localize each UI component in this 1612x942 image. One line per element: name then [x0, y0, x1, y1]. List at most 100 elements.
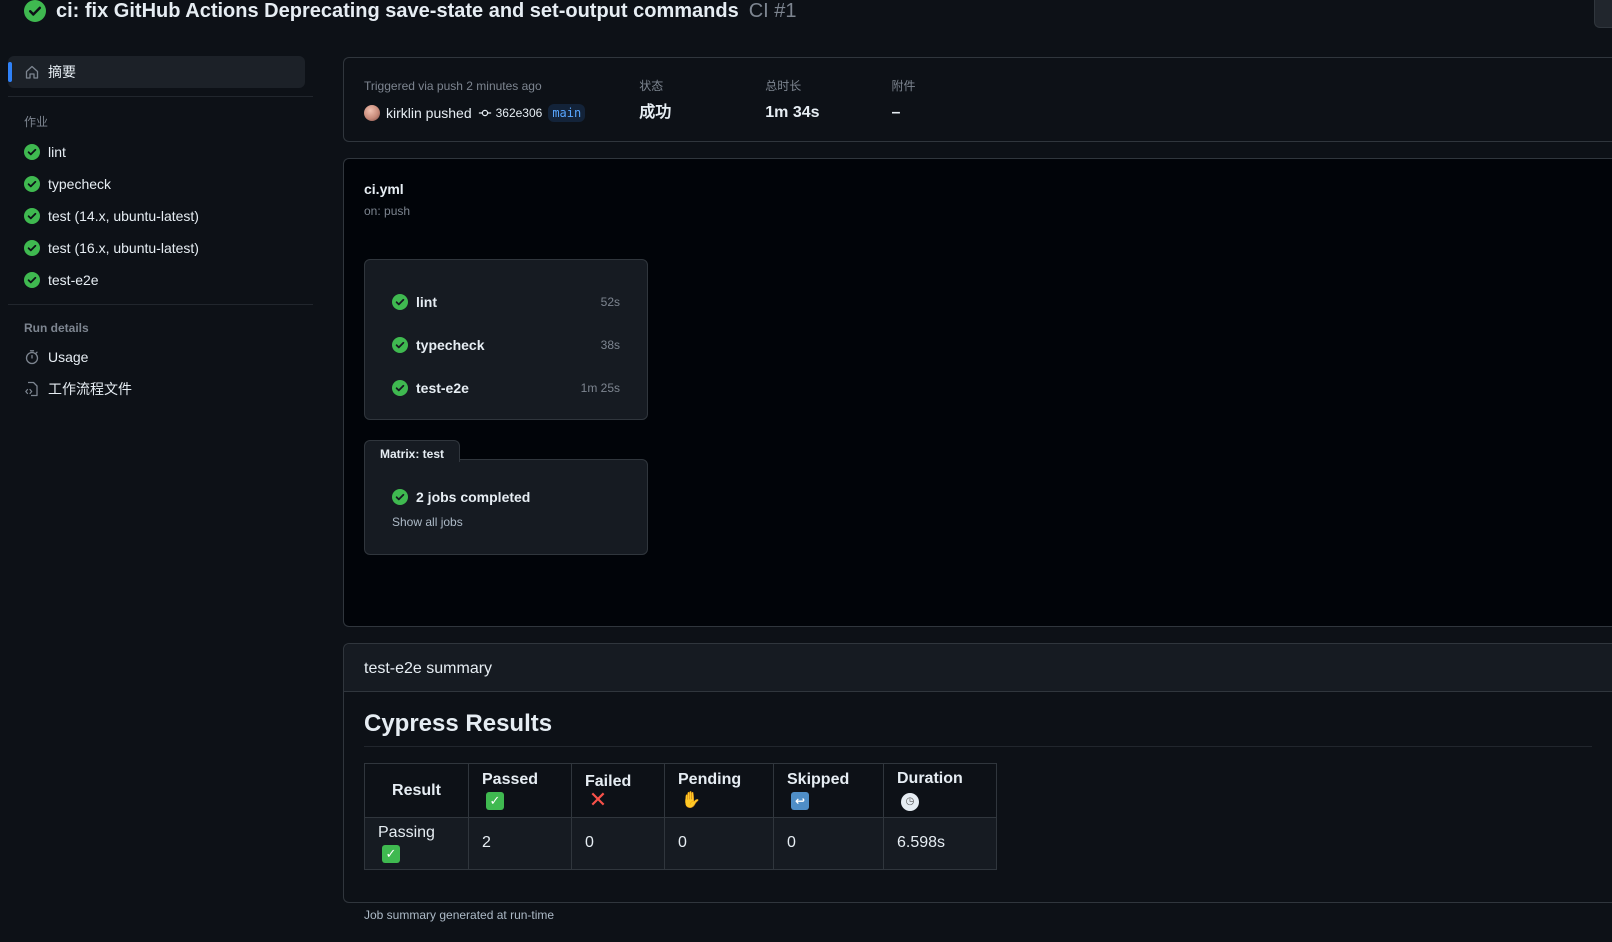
home-icon [24, 64, 40, 80]
run-title: ci: fix GitHub Actions Deprecating save-… [56, 0, 739, 22]
header-menu-button[interactable] [1594, 0, 1612, 28]
raised-hand-icon: ✋ [681, 792, 701, 809]
sidebar-item-label: test (16.x, ubuntu-latest) [48, 240, 199, 256]
branch-badge[interactable]: main [548, 104, 586, 122]
job-name: lint [416, 293, 437, 310]
summary-heading: test-e2e summary [344, 644, 1612, 692]
table-header: Result [364, 763, 469, 818]
graph-job-typecheck[interactable]: typecheck 38s [392, 323, 620, 366]
workflow-file-name: ci.yml [364, 181, 404, 197]
sidebar-item-summary[interactable]: 摘要 [8, 56, 305, 88]
sidebar-item-workflow-file[interactable]: 工作流程文件 [8, 373, 313, 405]
job-duration: 1m 25s [580, 380, 620, 395]
status-col: 状态 成功 [639, 78, 671, 121]
check-mark-icon: ✓ [486, 791, 504, 810]
jobs-heading: 作业 [24, 115, 49, 129]
run-id: CI #1 [748, 0, 797, 22]
workflow-graph: ci.yml on: push lint 52s typecheck 38s t… [343, 158, 1612, 627]
duration-label: 总时长 [765, 79, 802, 93]
page-title: ci: fix GitHub Actions Deprecating save-… [24, 0, 797, 26]
commit-link[interactable]: 362e306 [478, 102, 543, 124]
artifacts-col: 附件 – [892, 78, 916, 121]
sidebar-item-job[interactable]: test (16.x, ubuntu-latest) [8, 232, 313, 264]
success-check-icon [24, 144, 40, 160]
status-label: 状态 [639, 79, 664, 93]
sidebar-item-label: 工作流程文件 [48, 381, 132, 397]
actor-link[interactable]: kirklin pushed [386, 102, 472, 124]
success-check-icon [392, 336, 408, 353]
success-check-icon [392, 293, 408, 310]
summary-body: Cypress Results Result Passed✓ Failed✕ P… [344, 692, 1612, 940]
file-code-icon [24, 381, 40, 397]
sidebar: 摘要 作业 lint typecheck test (14.x, ubuntu-… [8, 56, 313, 405]
job-duration: 38s [600, 337, 620, 352]
table-header: Skipped↩ [773, 763, 884, 818]
cross-mark-icon: ✕ [588, 786, 608, 812]
summary-footer: Job summary generated at run-time [364, 907, 555, 922]
sidebar-item-label: 摘要 [48, 64, 76, 80]
clock-icon: ◷ [901, 793, 919, 811]
table-header: Passed✓ [468, 763, 572, 818]
git-commit-icon [478, 109, 491, 117]
cypress-results-title: Cypress Results [364, 710, 1592, 747]
success-check-icon [392, 489, 408, 505]
run-details-heading: Run details [24, 321, 89, 335]
return-arrow-icon: ↩ [791, 792, 809, 810]
graph-job-test-e2e[interactable]: test-e2e 1m 25s [392, 366, 620, 409]
show-all-jobs-button[interactable]: Show all jobs [392, 515, 620, 529]
success-check-icon [24, 208, 40, 224]
table-cell: 2 [468, 817, 572, 870]
main-content: Triggered via push 2 minutes ago kirklin… [343, 57, 1612, 922]
check-mark-icon: ✓ [382, 844, 400, 863]
sidebar-item-job[interactable]: test (14.x, ubuntu-latest) [8, 200, 313, 232]
workflow-trigger: on: push [364, 204, 411, 218]
sidebar-item-label: typecheck [48, 176, 112, 192]
table-cell: 0 [773, 817, 884, 870]
duration-value: 1m 34s [765, 104, 820, 121]
matrix-label: Matrix: test [364, 440, 460, 462]
results-table: Result Passed✓ Failed✕ Pending✋ Skipped↩… [364, 763, 997, 870]
table-cell: 6.598s [883, 817, 997, 870]
success-check-icon [24, 240, 40, 256]
push-info: kirklin pushed 362e306 main [364, 102, 586, 124]
graph-job-lint[interactable]: lint 52s [392, 280, 620, 323]
commit-sha: 362e306 [495, 106, 543, 120]
job-card: lint 52s typecheck 38s test-e2e 1m 25s [364, 259, 648, 420]
sidebar-divider [8, 304, 313, 305]
table-row: Passing✓ 2 0 0 0 6.598s [364, 817, 997, 870]
trigger-summary: Triggered via push 2 minutes ago kirklin… [343, 57, 1612, 142]
trigger-info: Triggered via push 2 minutes ago kirklin… [364, 78, 586, 124]
sidebar-item-job[interactable]: lint [8, 136, 313, 168]
job-name: typecheck [416, 336, 485, 353]
sidebar-divider [8, 96, 313, 97]
sidebar-item-job[interactable]: test-e2e [8, 264, 313, 296]
sidebar-item-label: Usage [48, 349, 89, 365]
status-value: 成功 [639, 104, 672, 121]
success-check-icon [392, 379, 408, 396]
table-header: Duration◷ [883, 763, 997, 818]
artifacts-label: 附件 [891, 79, 916, 93]
sidebar-item-label: lint [48, 144, 66, 160]
sidebar-item-label: test-e2e [48, 272, 99, 288]
table-header: Pending✋ [664, 763, 774, 818]
table-cell: 0 [571, 817, 665, 870]
artifacts-value: – [891, 104, 901, 121]
job-name: test-e2e [416, 379, 469, 396]
job-summary: test-e2e summary Cypress Results Result … [343, 643, 1612, 922]
sidebar-item-label: test (14.x, ubuntu-latest) [48, 208, 199, 224]
success-check-icon [24, 272, 40, 288]
trigger-text: Triggered via push 2 minutes ago [364, 79, 542, 93]
matrix-card: 2 jobs completed Show all jobs [364, 459, 648, 555]
sidebar-item-usage[interactable]: Usage [8, 341, 313, 373]
stopwatch-icon [24, 349, 40, 365]
matrix-status-text: 2 jobs completed [416, 489, 531, 505]
table-header-row: Result Passed✓ Failed✕ Pending✋ Skipped↩… [364, 763, 997, 818]
success-check-icon [24, 0, 46, 22]
table-cell: 0 [664, 817, 774, 870]
job-duration: 52s [600, 294, 620, 309]
duration-col: 总时长 1m 34s [765, 78, 819, 121]
matrix-status[interactable]: 2 jobs completed [392, 487, 620, 507]
sidebar-item-job[interactable]: typecheck [8, 168, 313, 200]
avatar[interactable] [364, 105, 380, 121]
table-header: Failed✕ [571, 763, 665, 818]
